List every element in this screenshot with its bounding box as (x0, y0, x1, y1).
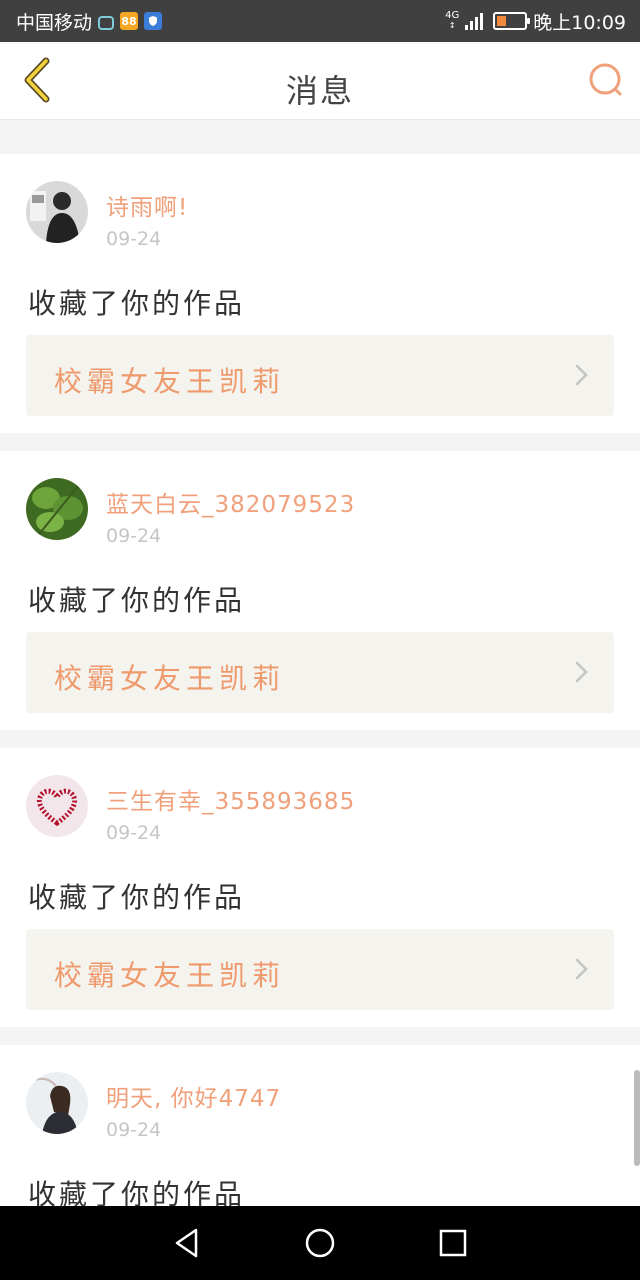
nav-home-button[interactable] (300, 1223, 340, 1263)
message-card: 三生有幸_355893685 09-24 收藏了你的作品 校霸女友王凯莉 (0, 748, 640, 1027)
system-nav-bar (0, 1206, 640, 1280)
chevron-right-icon (575, 958, 588, 980)
shield-notification-icon (144, 12, 163, 30)
app-header: 消息 (0, 42, 640, 120)
page-title: 消息 (285, 72, 354, 110)
chevron-right-icon (575, 364, 588, 386)
username[interactable]: 蓝天白云_382079523 (106, 485, 355, 519)
lock-notification-icon (98, 16, 115, 30)
nav-recent-button[interactable] (433, 1223, 473, 1263)
message-card: 蓝天白云_382079523 09-24 收藏了你的作品 校霸女友王凯莉 (0, 451, 640, 730)
work-title: 校霸女友王凯莉 (54, 959, 286, 992)
game-notification-icon: 88 (120, 12, 139, 30)
square-recent-icon (440, 1229, 467, 1257)
battery-icon (493, 12, 531, 30)
username[interactable]: 三生有幸_355893685 (106, 782, 355, 816)
message-date: 09-24 (106, 1119, 162, 1141)
action-text: 收藏了你的作品 (28, 881, 246, 914)
username[interactable]: 诗雨啊! (106, 188, 188, 222)
work-title: 校霸女友王凯莉 (54, 365, 286, 398)
search-icon (589, 63, 622, 96)
message-list[interactable]: 诗雨啊! 09-24 收藏了你的作品 校霸女友王凯莉 蓝天白云_38207952… (0, 121, 640, 1206)
avatar[interactable] (26, 181, 88, 243)
action-text: 收藏了你的作品 (28, 1178, 246, 1206)
battery-level (497, 16, 507, 26)
status-left: 中国移动 88 (16, 8, 163, 35)
message-date: 09-24 (106, 525, 162, 547)
work-link[interactable]: 校霸女友王凯莉 (26, 929, 614, 1010)
work-link[interactable]: 校霸女友王凯莉 (26, 632, 614, 713)
triangle-back-icon (175, 1228, 197, 1258)
clock: 晚上10:09 (533, 11, 626, 34)
username[interactable]: 明天, 你好4747 (106, 1079, 281, 1113)
nav-back-button[interactable] (167, 1223, 207, 1263)
action-text: 收藏了你的作品 (28, 584, 246, 617)
message-date: 09-24 (106, 822, 162, 844)
work-link[interactable]: 校霸女友王凯莉 (26, 335, 614, 416)
search-button[interactable] (586, 60, 626, 100)
scrollbar[interactable] (634, 1070, 640, 1166)
message-card: 明天, 你好4747 09-24 收藏了你的作品 (0, 1045, 640, 1206)
avatar[interactable] (26, 478, 88, 540)
carrier-label: 中国移动 (16, 11, 93, 34)
status-bar: 中国移动 88 4G ↕ 晚上10:09 (0, 0, 640, 42)
circle-home-icon (305, 1228, 335, 1258)
message-card: 诗雨啊! 09-24 收藏了你的作品 校霸女友王凯莉 (0, 154, 640, 433)
work-title: 校霸女友王凯莉 (54, 662, 286, 695)
avatar[interactable] (26, 1072, 88, 1134)
avatar[interactable] (26, 775, 88, 837)
action-text: 收藏了你的作品 (28, 287, 246, 320)
signal-icon (465, 12, 484, 30)
network-type: 4G ↕ (445, 10, 460, 31)
status-right: 4G ↕ 晚上10:09 (445, 8, 626, 35)
message-date: 09-24 (106, 228, 162, 250)
chevron-right-icon (575, 661, 588, 683)
